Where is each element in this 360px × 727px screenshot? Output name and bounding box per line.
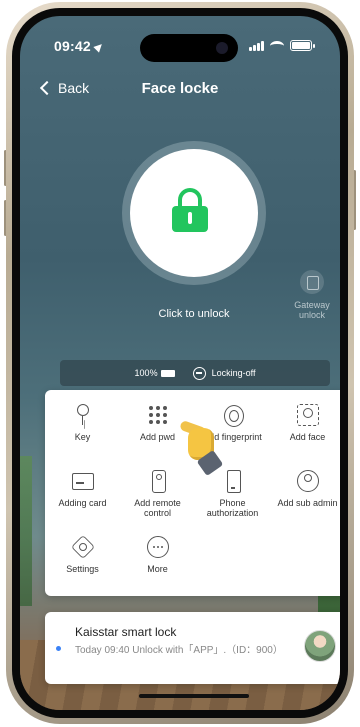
menu-item-settings[interactable]: Settings [45,536,120,574]
battery-status: 100% [135,368,175,378]
keypad-icon [147,404,169,426]
nav-bar: Back Face locke [20,76,340,104]
menu-item-more[interactable]: More [120,536,195,574]
menu-item-label: Add pwd [139,432,176,442]
menu-item-label: Add face [289,432,326,442]
home-indicator[interactable] [139,694,249,698]
unlock-notification[interactable]: Kaisstar smart lock Today 09:40 Unlock w… [45,612,340,684]
face-scan-icon [296,404,319,426]
time-text: 09:42 [54,38,91,54]
padlock-icon[interactable] [172,188,208,232]
gateway-label: Gateway unlock [294,300,330,320]
dynamic-island [140,34,238,62]
menu-item-phone-authorization[interactable]: Phone authorization [195,470,270,518]
menu-item-key[interactable]: Key [45,404,120,442]
signal-icon [249,40,264,51]
menu-item-label: Phone authorization [206,498,259,518]
menu-item-add-face[interactable]: Add face [270,404,340,442]
menu-item-label: Key [74,432,91,442]
notification-description: Today 09:40 Unlock with「APP」.（ID：900） [75,645,283,656]
remote-icon [147,470,169,493]
menu-item-label: Adding card [58,498,107,508]
phone-icon [222,470,244,493]
notification-title: Kaisstar smart lock [75,625,177,639]
battery-level-text: 100% [134,368,158,378]
background-plant [20,456,32,606]
battery-icon [290,40,315,51]
wifi-icon [270,40,284,51]
page-title: Face locke [141,80,219,97]
battery-mini-icon [160,370,175,378]
locking-status-text: Locking-off [211,367,256,378]
avatar[interactable] [304,630,336,662]
gateway-icon [300,270,324,294]
location-arrow-icon [93,41,105,53]
lock-mode-icon [192,366,206,380]
system-icons [249,40,315,51]
status-time: 09:42 [54,38,105,54]
pointing-hand-icon [179,414,224,477]
menu-item-adding-card[interactable]: Adding card [45,470,120,508]
locking-status: Locking-off [192,366,256,380]
menu-item-label: Settings [66,564,99,574]
more-icon [146,536,169,558]
sub-admin-icon [296,470,319,492]
status-bar: 09:42 [20,34,340,62]
phone-frame: 09:42 Back Face locke Click to unlock Ga… [6,2,354,724]
key-icon [72,404,94,426]
menu-item-add-sub-admin[interactable]: Add sub admin [270,470,340,508]
gateway-unlock-button[interactable]: Gateway unlock [282,270,340,320]
phone-bezel: 09:42 Back Face locke Click to unlock Ga… [12,8,348,718]
menu-item-label: Add remote control [134,498,181,518]
menu-item-label: Add sub admin [277,498,338,508]
menu-item-add-remote[interactable]: Add remote control [120,470,195,518]
menu-item-label: More [147,564,168,574]
camera-icon [216,42,228,54]
card-icon [71,470,94,492]
lock-status-bar: 100% Locking-off [60,360,330,386]
unread-dot-icon [56,646,61,651]
screen: 09:42 Back Face locke Click to unlock Ga… [20,16,340,710]
settings-icon [72,536,94,558]
fingerprint-icon [222,404,244,427]
